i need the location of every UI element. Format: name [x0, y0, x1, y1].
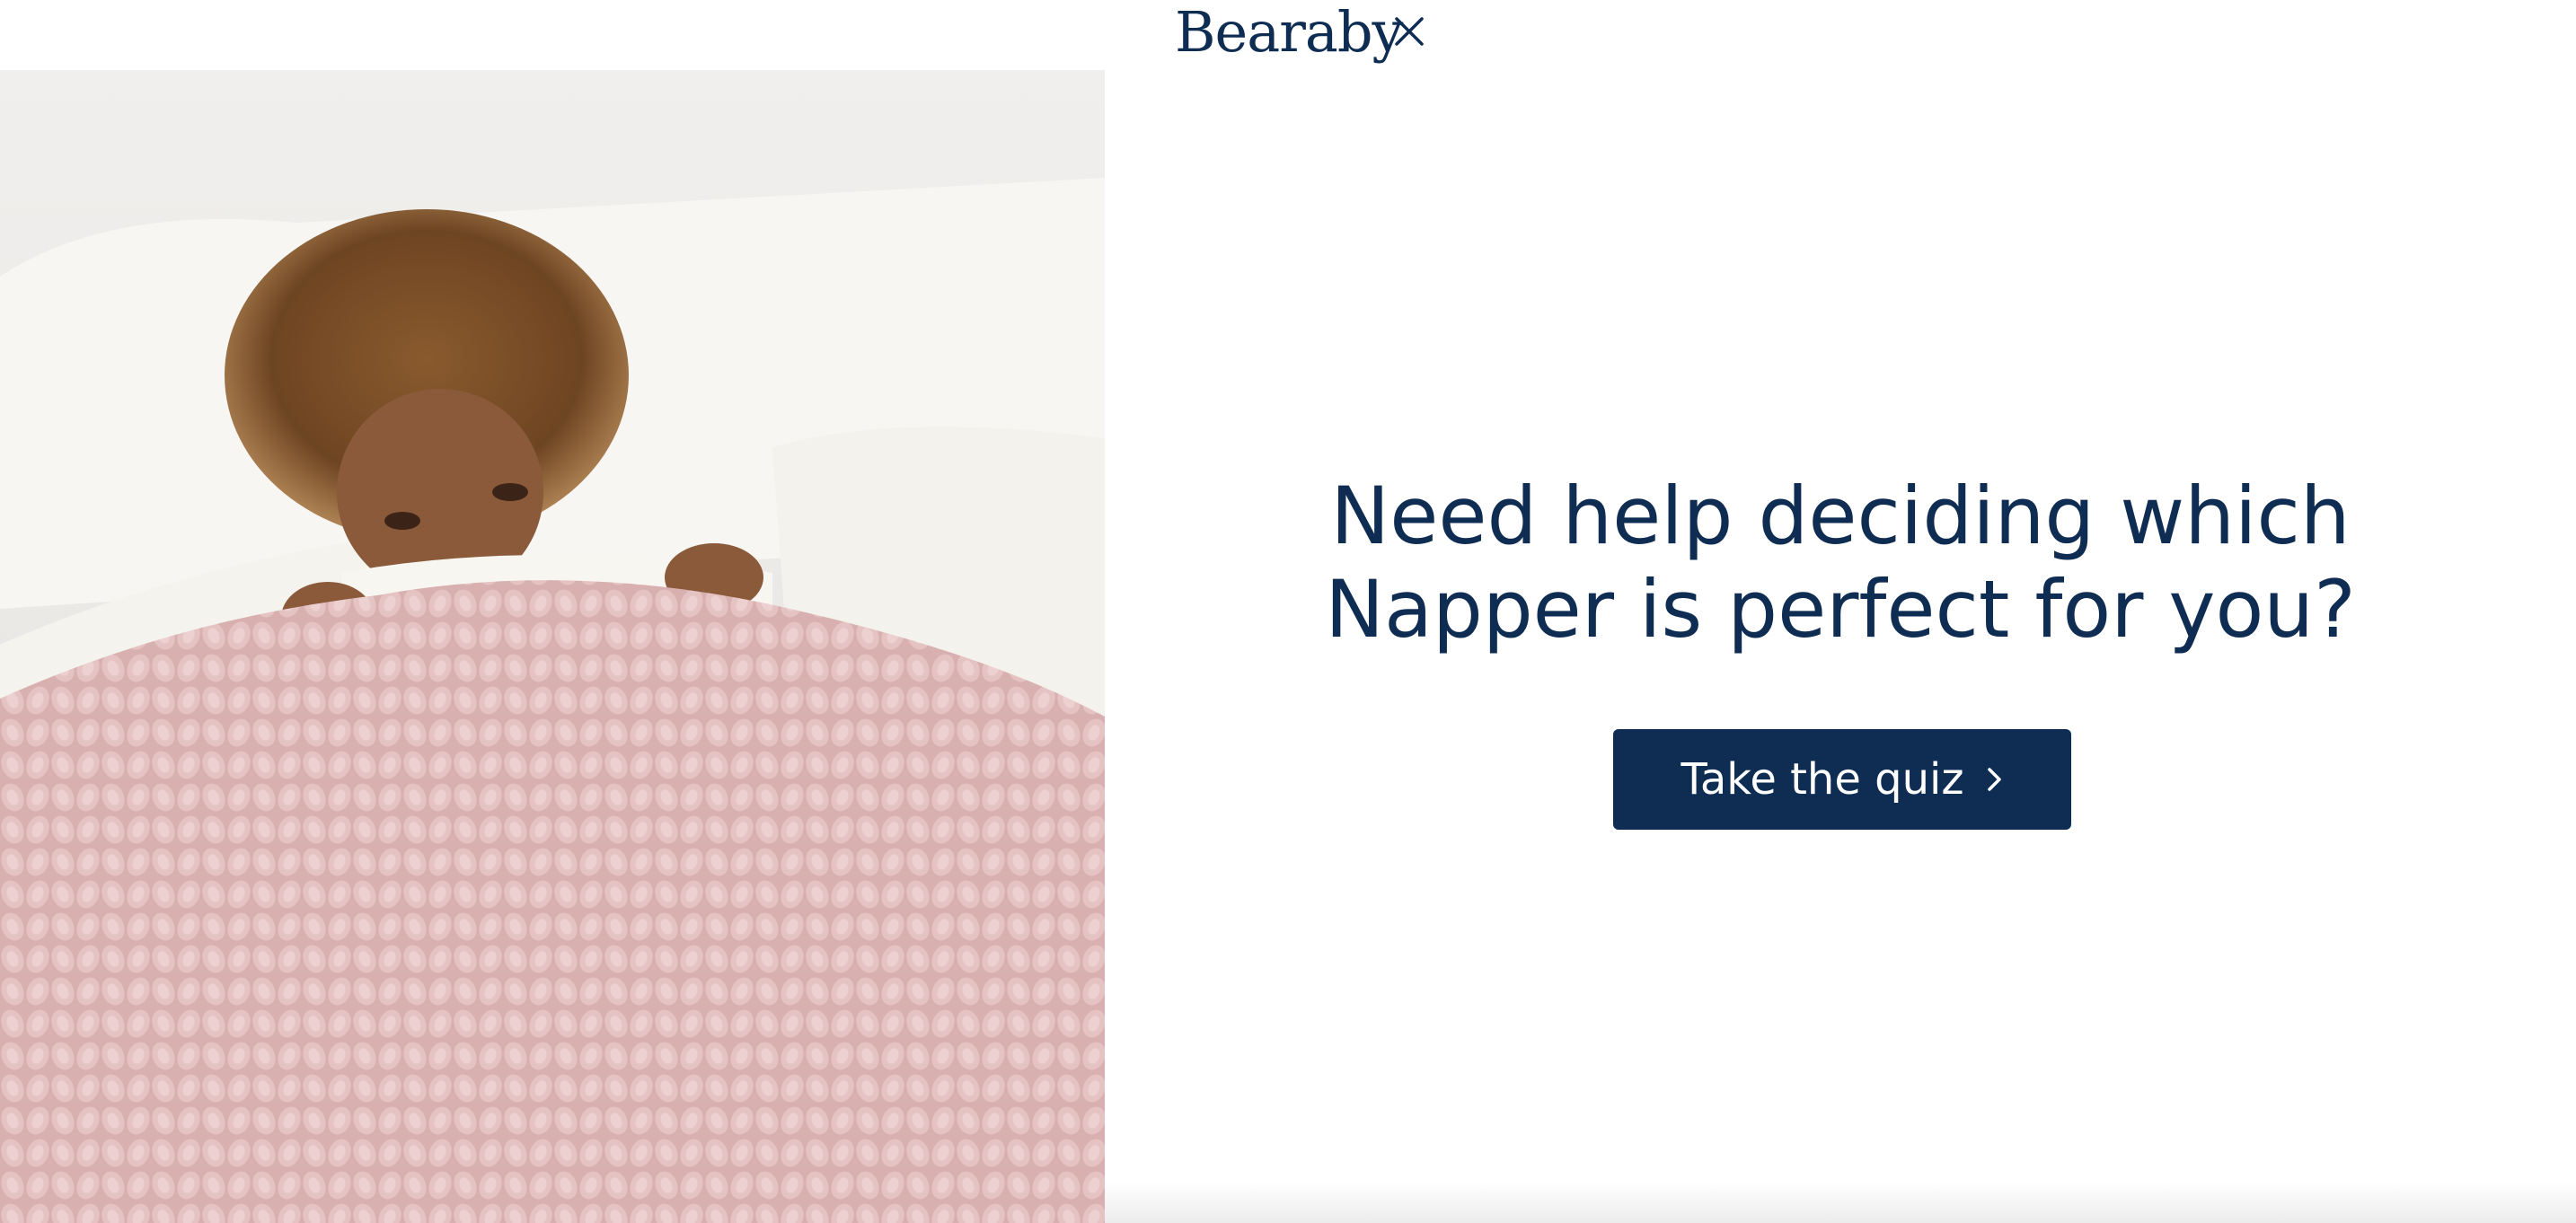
close-button[interactable]	[1389, 11, 1430, 52]
headline-line-2: Napper is perfect for you?	[1325, 563, 2356, 655]
chevron-right-icon	[1987, 768, 2001, 791]
bottom-shadow	[1105, 1182, 2576, 1223]
take-quiz-button[interactable]: Take the quiz	[1613, 729, 2071, 830]
hero-photo	[0, 70, 1105, 1223]
close-icon	[1395, 17, 1424, 46]
page-title: Need help deciding which Napper is perfe…	[1105, 470, 2576, 656]
bearaby-logo[interactable]: Bearaby	[1175, 0, 1404, 65]
hero-image	[0, 70, 1105, 1223]
logo-text: Bearaby	[1175, 0, 1404, 65]
quiz-promo-panel: Need help deciding which Napper is perfe…	[1105, 70, 2576, 1223]
headline-line-1: Need help deciding which	[1330, 470, 2351, 562]
take-quiz-label: Take the quiz	[1681, 754, 1964, 805]
